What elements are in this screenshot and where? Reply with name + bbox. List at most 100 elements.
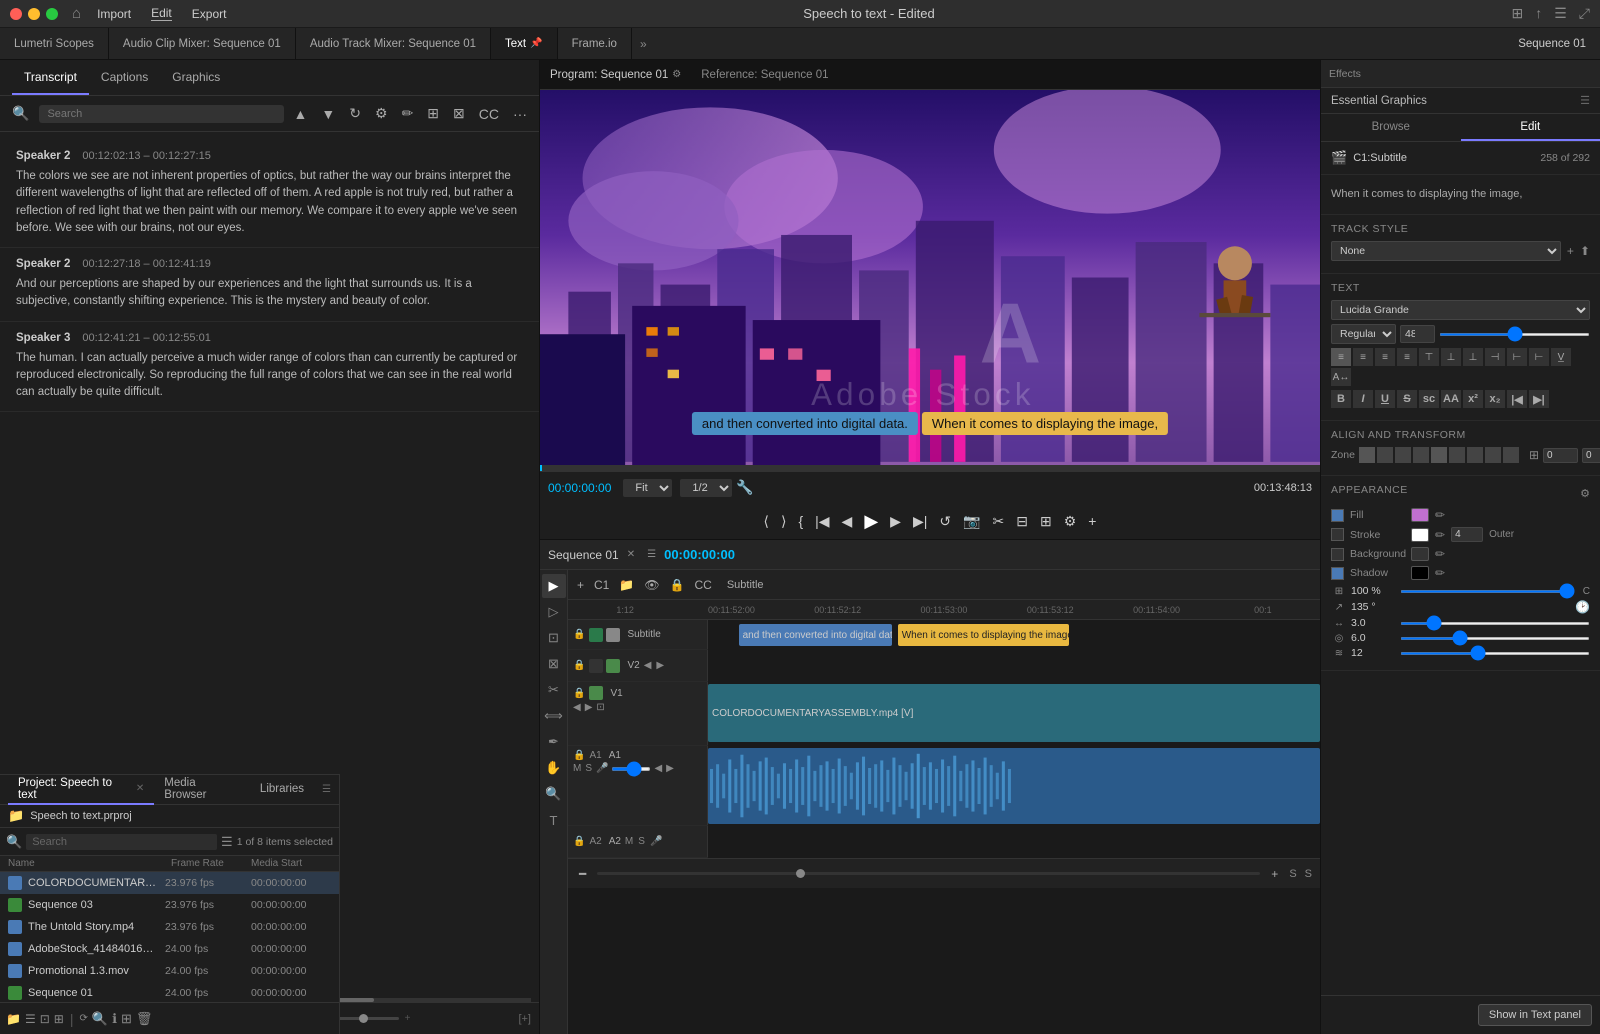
edit-label[interactable]: Edit	[151, 6, 172, 21]
tab-text[interactable]: Text 📌	[491, 28, 558, 59]
tab-captions[interactable]: Captions	[89, 60, 160, 95]
eg-menu-icon[interactable]: ☰	[1580, 94, 1590, 107]
track-style-menu-icon[interactable]: ⬆	[1580, 244, 1590, 258]
zone-tl-btn[interactable]	[1359, 447, 1375, 463]
a2-lock-icon[interactable]: 🔒	[572, 836, 586, 847]
list-item[interactable]: The Untold Story.mp4 23.976 fps 00:00:00…	[0, 916, 339, 938]
bg-edit-icon[interactable]: ✏	[1435, 547, 1445, 561]
add-track-button[interactable]: +	[574, 578, 587, 592]
pp-tab-libraries[interactable]: Libraries	[250, 775, 314, 805]
track-style-select[interactable]: None	[1331, 241, 1561, 261]
fill-color-swatch[interactable]	[1411, 508, 1429, 522]
subscript-btn[interactable]: x₂	[1485, 390, 1505, 408]
export-frame-button[interactable]: ⊞	[1037, 513, 1055, 530]
play-button[interactable]: ▶	[861, 511, 881, 532]
v1-main-clip[interactable]: COLORDOCUMENTARYASSEMBLY.mp4 [V]	[708, 684, 1320, 742]
pp-new-item-btn[interactable]: ⊞	[121, 1011, 132, 1027]
pp-search-btn[interactable]: 🔍	[92, 1011, 108, 1027]
close-button[interactable]	[10, 8, 22, 20]
import-label[interactable]: Import	[97, 7, 131, 21]
a1-mic-btn[interactable]: 🎤	[595, 763, 609, 774]
v2-eye-icon[interactable]	[589, 659, 603, 673]
pp-info-btn[interactable]: ℹ	[112, 1011, 117, 1027]
track-style-add-icon[interactable]: +	[1567, 244, 1574, 258]
zoom-in-icon[interactable]: +	[405, 1013, 411, 1024]
eg-tab-edit[interactable]: Edit	[1461, 114, 1600, 141]
inpoint-button[interactable]: {	[795, 513, 806, 529]
v2-right-btn[interactable]: ▶	[655, 660, 665, 671]
pp-close-icon[interactable]: ✕	[136, 783, 144, 794]
tab-lumetri[interactable]: Lumetri Scopes	[0, 28, 109, 59]
italic-btn[interactable]: I	[1353, 390, 1373, 408]
v1-vis-icon[interactable]	[589, 686, 603, 700]
search-icon-pp[interactable]: 🔍	[6, 834, 22, 850]
seq-menu-icon[interactable]: ☰	[647, 549, 656, 560]
split-icon[interactable]: ⊠	[449, 103, 469, 124]
font-style-select[interactable]: Regular	[1331, 324, 1396, 344]
a1-left-btn[interactable]: ◀	[653, 763, 663, 774]
appearance-settings-icon[interactable]: ⚙	[1580, 487, 1590, 500]
align-h-center-btn[interactable]: ⊥	[1441, 348, 1461, 366]
type-tool[interactable]: T	[542, 808, 566, 832]
underline-btn[interactable]: U	[1375, 390, 1395, 408]
a1-audio-clip[interactable]	[708, 748, 1320, 824]
pos-y-input[interactable]	[1582, 448, 1600, 463]
program-monitor-tab[interactable]: Program: Sequence 01 ⚙	[550, 69, 681, 81]
v1-snap-btn[interactable]: ⊡	[595, 702, 605, 713]
search-input[interactable]	[39, 105, 283, 123]
edit-transcript-icon[interactable]: ✏	[398, 103, 418, 124]
jump-end-button[interactable]: ▶|	[910, 513, 930, 530]
sort-down-icon[interactable]: ▼	[317, 104, 339, 124]
subtitle-clip-2[interactable]: When it comes to displaying the image,	[898, 624, 1069, 646]
step-back-button[interactable]: ◀	[839, 513, 856, 530]
settings-button[interactable]: ⚙	[1061, 513, 1080, 530]
zone-bc-btn[interactable]	[1485, 447, 1501, 463]
fill-check[interactable]	[1331, 509, 1344, 522]
rolling-tool[interactable]: ⊠	[542, 652, 566, 676]
marker-out-button[interactable]: ⟩	[778, 513, 789, 530]
menu-icon[interactable]: ☰	[1554, 5, 1567, 22]
reference-tab[interactable]: Reference: Sequence 01	[701, 69, 828, 81]
a2-target-icon[interactable]: A2	[589, 836, 601, 847]
extract-button[interactable]: ⊟	[1013, 513, 1031, 530]
shadow-color-swatch[interactable]	[1411, 566, 1429, 580]
stroke-color-swatch[interactable]	[1411, 528, 1429, 542]
list-item[interactable]: COLORDOCUMENTARYASSE... 23.976 fps 00:00…	[0, 872, 339, 894]
a2-mic-btn[interactable]: 🎤	[649, 836, 663, 847]
jump-to-first-btn[interactable]: |◀	[1507, 390, 1527, 408]
align-right-btn[interactable]: ≡	[1375, 348, 1395, 366]
shadow-dist-slider[interactable]	[1400, 622, 1590, 625]
show-in-text-panel-button[interactable]: Show in Text panel	[1478, 1004, 1592, 1026]
pp-free-form-btn[interactable]: ⊞	[54, 1012, 64, 1026]
zone-mc-btn[interactable]	[1431, 447, 1447, 463]
track-select-tool[interactable]: ▷	[542, 600, 566, 624]
maximize-button[interactable]	[46, 8, 58, 20]
stroke-edit-icon[interactable]: ✏	[1435, 528, 1445, 542]
align-justify-btn[interactable]: ≡	[1397, 348, 1417, 366]
zone-br-btn[interactable]	[1503, 447, 1519, 463]
fill-edit-icon[interactable]: ✏	[1435, 508, 1445, 522]
tab-audio-clip[interactable]: Audio Clip Mixer: Sequence 01	[109, 28, 296, 59]
select-tool[interactable]: ▶	[542, 574, 566, 598]
lock-button[interactable]: 🔒	[667, 578, 688, 592]
pp-delete-btn[interactable]: 🗑	[136, 1011, 153, 1027]
track-vis-icon[interactable]	[589, 628, 603, 642]
zone-mr-btn[interactable]	[1449, 447, 1465, 463]
list-item[interactable]: Sequence 03 23.976 fps 00:00:00:00	[0, 894, 339, 916]
shadow-check[interactable]	[1331, 567, 1344, 580]
v2-lock-icon[interactable]: 🔒	[572, 660, 586, 671]
pp-list-view-btn[interactable]: ☰	[25, 1012, 36, 1026]
smallcaps-btn[interactable]: sc	[1419, 390, 1439, 408]
align-h-vcenter-btn[interactable]: ⊢	[1507, 348, 1527, 366]
a2-solo-btn[interactable]: S	[637, 836, 646, 847]
v2-vis-icon[interactable]	[606, 659, 620, 673]
zone-bl-btn[interactable]	[1467, 447, 1483, 463]
folder-button[interactable]: 📁	[616, 578, 637, 592]
wrench-icon[interactable]: 🔧	[736, 479, 753, 496]
list-item[interactable]: Sequence 01 24.00 fps 00:00:00:00	[0, 982, 339, 1002]
zoom-tool[interactable]: 🔍	[542, 782, 566, 806]
subtitle-clip-1[interactable]: and then converted into digital data.	[739, 624, 892, 646]
timeline-zoom-out[interactable]: ━	[576, 867, 589, 881]
list-item[interactable]: Promotional 1.3.mov 24.00 fps 00:00:00:0…	[0, 960, 339, 982]
v1-left-btn[interactable]: ◀	[572, 702, 582, 713]
